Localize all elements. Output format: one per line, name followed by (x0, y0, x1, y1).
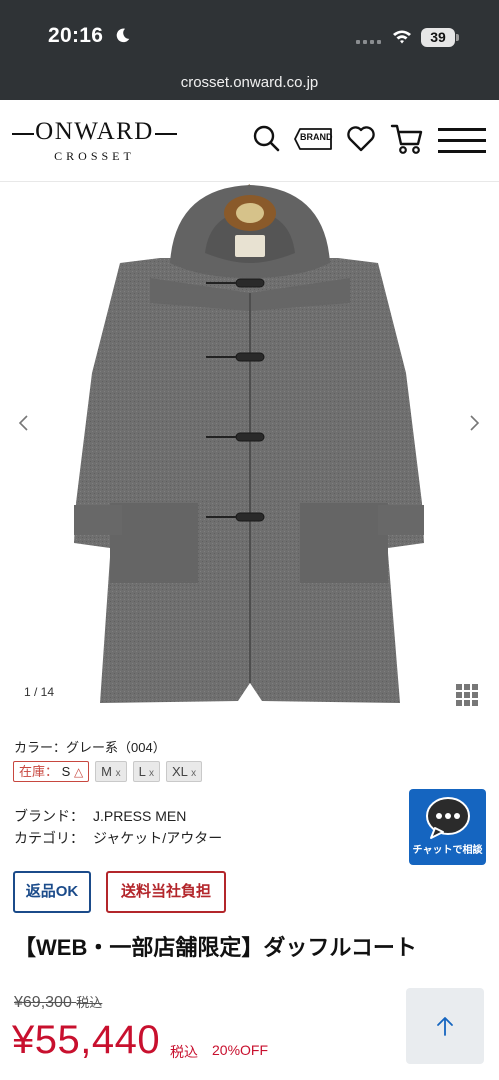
category-label: カテゴリ： (14, 830, 84, 846)
battery-indicator: 39 (421, 28, 455, 47)
category-value-link[interactable]: ジャケット/アウター (93, 830, 222, 846)
size-label: S (61, 764, 71, 779)
size-chip-l[interactable]: L x (132, 761, 161, 782)
product-image[interactable] (0, 183, 499, 713)
stock-mark: x (149, 768, 155, 779)
size-label: M (101, 764, 113, 779)
size-label: XL (172, 764, 188, 779)
return-ok-badge: 返品OK (13, 871, 91, 913)
battery-tip (456, 34, 459, 41)
brand-row: ブランド： J.PRESS MEN (14, 806, 186, 826)
cart-icon[interactable] (390, 122, 424, 156)
moon-icon (116, 28, 130, 43)
free-shipping-badge: 送料当社負担 (106, 871, 226, 913)
signal-icon (356, 40, 381, 44)
wifi-icon (393, 30, 411, 44)
brand-tag-icon[interactable]: BRAND (294, 127, 334, 151)
stock-mark: △ (73, 765, 84, 779)
logo-sub-text: CROSSET (54, 149, 135, 163)
chat-bubble-icon (426, 797, 470, 839)
sale-price: ¥55,440 (12, 1018, 161, 1062)
scroll-to-top-button[interactable] (406, 988, 484, 1064)
address-bar[interactable]: crosset.onward.co.jp (0, 60, 499, 100)
stock-label: 在庫： (19, 764, 59, 779)
product-title: 【WEB・一部店舗限定】ダッフルコート (14, 935, 417, 960)
grid-view-icon[interactable] (456, 684, 478, 706)
heart-icon[interactable] (346, 125, 376, 153)
original-tax-label: 税込 (76, 995, 103, 1010)
status-bar: 20:16 39 (0, 0, 499, 60)
status-time: 20:16 (48, 24, 104, 47)
hamburger-menu-icon[interactable] (438, 127, 486, 155)
original-price: ¥69,300 税込 (14, 992, 102, 1012)
onward-crosset-logo[interactable]: ONWARD CROSSET (12, 118, 177, 166)
size-chip-m[interactable]: M x (95, 761, 127, 782)
chat-label: チャットで相談 (412, 845, 483, 856)
prev-image-arrow-icon[interactable] (14, 412, 34, 434)
stock-mark: x (191, 768, 197, 779)
logo-main-text: ONWARD (35, 118, 154, 145)
sale-tax-label: 税込 (170, 1044, 198, 1060)
color-label: カラー：グレー系（004） (14, 740, 166, 755)
image-counter: 1 / 14 (24, 685, 55, 699)
size-label: L (138, 764, 146, 779)
next-image-arrow-icon[interactable] (464, 412, 484, 434)
url-text[interactable]: crosset.onward.co.jp (0, 74, 499, 91)
logo-line-right (155, 133, 177, 135)
size-chip-xl[interactable]: XL x (166, 761, 203, 782)
brand-label: ブランド： (14, 808, 84, 824)
category-row: カテゴリ： ジャケット/アウター (14, 828, 222, 848)
arrow-up-icon (437, 1017, 453, 1036)
size-chip-s[interactable]: 在庫： S △ (13, 761, 90, 782)
chat-consult-button[interactable]: チャットで相談 (409, 789, 486, 865)
site-header: ONWARD CROSSET BRAND (0, 100, 499, 182)
size-selector: 在庫： S △ M x L x XL x (13, 761, 203, 782)
brand-tag-label: BRAND (300, 132, 333, 142)
discount-label: 20%OFF (212, 1042, 269, 1058)
duffle-coat-image (74, 184, 424, 703)
stock-mark: x (115, 768, 121, 779)
original-price-value: ¥69,300 (14, 994, 72, 1011)
search-icon[interactable] (252, 124, 280, 152)
brand-value-link[interactable]: J.PRESS MEN (93, 808, 186, 824)
